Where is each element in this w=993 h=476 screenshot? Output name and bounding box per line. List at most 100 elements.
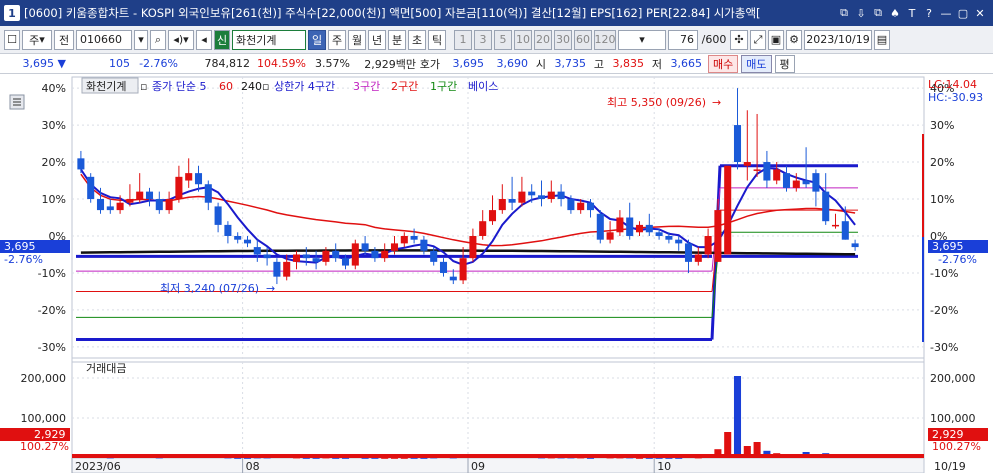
window-buttons: ⧉ ⇩ ⧉ ♠ T ? — ▢ ✕ — [837, 6, 987, 20]
candle-body — [96, 199, 105, 211]
period-tab-tick[interactable]: 틱 — [428, 29, 446, 50]
candle-body — [185, 173, 193, 181]
save-icon[interactable]: ▣ — [768, 29, 784, 50]
price-tick-label-left: 20% — [42, 156, 66, 169]
candle-body — [724, 165, 732, 255]
period-tab-week[interactable]: 주 — [328, 29, 346, 50]
candle-body — [626, 217, 634, 236]
minimize-button[interactable]: — — [939, 6, 953, 20]
chart-mode-icon[interactable]: ☐ — [4, 29, 20, 50]
candle-body — [136, 191, 144, 200]
count-input[interactable]: 76 — [668, 29, 698, 50]
legend-zone-icon: ▫ — [262, 80, 269, 93]
price-tick-label-right: -10% — [930, 267, 958, 280]
interval-3[interactable]: 3 — [474, 29, 492, 50]
candle-body — [704, 235, 712, 255]
candle-body — [390, 243, 399, 251]
candle-body — [655, 232, 663, 236]
volume-pct-right: 100.27% — [932, 440, 981, 453]
x-tick-label: 09 — [471, 460, 485, 473]
stock-name-text: 화천기계 — [236, 33, 277, 47]
interval-60[interactable]: 60 — [574, 29, 592, 50]
candle-body — [498, 199, 506, 211]
candle-body — [341, 258, 350, 266]
candle-body — [234, 235, 242, 240]
open-price: 3,735 — [554, 57, 587, 70]
interval-1[interactable]: 1 — [454, 29, 472, 50]
period-tab-second[interactable]: 초 — [408, 29, 426, 50]
candle-body — [243, 239, 252, 244]
speaker-icon[interactable]: ◂)▾ — [168, 29, 194, 50]
candle-body — [537, 195, 546, 200]
chart-background — [0, 74, 993, 473]
help-icon[interactable]: ? — [922, 6, 936, 20]
price-tick-label-right: -20% — [930, 304, 958, 317]
settings-icon[interactable]: ⚙ — [786, 29, 802, 50]
volume-ratio: 104.59% — [257, 57, 306, 70]
code-dropdown-icon[interactable]: ▾ — [134, 29, 148, 50]
interval-30[interactable]: 30 — [554, 29, 572, 50]
candle-body — [479, 221, 487, 236]
calendar-icon[interactable]: ▤ — [874, 29, 890, 50]
price-chart-svg[interactable]: 40% 40%30% 30%20% 20%10% 10%0% 0%-10% -10%-20%… — [0, 74, 993, 474]
period-tab-day[interactable]: 일 — [308, 29, 326, 50]
maximize-button[interactable]: ▢ — [956, 6, 970, 20]
option-icon[interactable]: ♠ — [888, 6, 902, 20]
price-tick-label-right: 30% — [930, 119, 954, 132]
candle-body — [635, 224, 644, 233]
interval-10[interactable]: 10 — [514, 29, 532, 50]
volume-bar — [733, 376, 742, 458]
candle-body — [400, 235, 408, 244]
toolbar: ☐ 주 ▾ 전 010660 ▾ ⌕ ◂)▾ ◂ 신 화천기계 일 주 월 년 분… — [0, 26, 993, 54]
x-tick-label: 08 — [246, 460, 260, 473]
chart-area[interactable]: 40% 40% 30% 30% 20% 20% 10% 10% 0% 0% -10% -10% -20%… — [0, 74, 993, 474]
candle-body — [87, 176, 95, 200]
price-tick-label-left: -30% — [38, 341, 66, 354]
prev-icon[interactable]: ◂ — [196, 29, 212, 50]
buy-button[interactable]: 매수 — [708, 54, 739, 73]
draw-tool-icon[interactable]: ⤢ — [750, 29, 766, 50]
interval-5[interactable]: 5 — [494, 29, 512, 50]
copy-icon[interactable]: ⧉ — [871, 6, 885, 20]
eval-button[interactable]: 평 — [774, 54, 795, 73]
candle-body — [381, 250, 389, 259]
search-icon[interactable]: ⌕ — [150, 29, 166, 50]
text-icon[interactable]: T — [905, 6, 919, 20]
mode-select-1-label: 주 — [29, 33, 40, 47]
mode-select-2-label: 전 — [58, 33, 70, 47]
download-icon[interactable]: ⇩ — [854, 6, 868, 20]
volume-tick-label-left: 200,000 — [21, 372, 67, 385]
price-tick-label-left: -10% — [38, 267, 66, 280]
mode-select-1[interactable]: 주 ▾ — [22, 29, 52, 50]
sell-button[interactable]: 매도 — [741, 54, 772, 73]
current-price-left: 3,695 — [4, 240, 36, 253]
ask-price: 3,695 — [452, 57, 485, 70]
candle-body — [322, 250, 330, 262]
period-tab-month[interactable]: 월 — [348, 29, 366, 50]
interval-120[interactable]: 120 — [594, 29, 616, 50]
link-icon[interactable]: ⧉ — [837, 6, 851, 20]
candle-body — [694, 254, 702, 262]
close-button[interactable]: ✕ — [973, 6, 987, 20]
candle-body — [586, 202, 595, 211]
interval-custom-select[interactable]: ▾ — [618, 29, 666, 50]
signal-badge[interactable]: 신 — [214, 29, 230, 50]
legend-base: 베이스 — [468, 80, 498, 93]
volume-panel-title: 거래대금 — [86, 362, 126, 375]
price-tick-label-left: 30% — [42, 119, 66, 132]
stock-code-input[interactable]: 010660 — [76, 29, 132, 50]
candle-body — [802, 180, 810, 185]
candle-body — [606, 232, 614, 240]
period-tab-year[interactable]: 년 — [368, 29, 386, 50]
crosshair-icon[interactable]: ✣ — [730, 29, 748, 50]
mode-select-2[interactable]: 전 — [54, 29, 74, 50]
candle-body — [782, 173, 791, 188]
candle-body — [214, 206, 222, 225]
interval-20[interactable]: 20 — [534, 29, 552, 50]
chart-list-icon[interactable] — [9, 94, 25, 110]
date-input[interactable]: 2023/10/19 — [804, 29, 872, 50]
current-pct-right: -2.76% — [938, 253, 977, 266]
high-annotation: 최고 5,350 (09/26) — [607, 96, 706, 109]
x-tick-label-last: 10/19 — [934, 460, 966, 473]
period-tab-minute[interactable]: 분 — [388, 29, 406, 50]
